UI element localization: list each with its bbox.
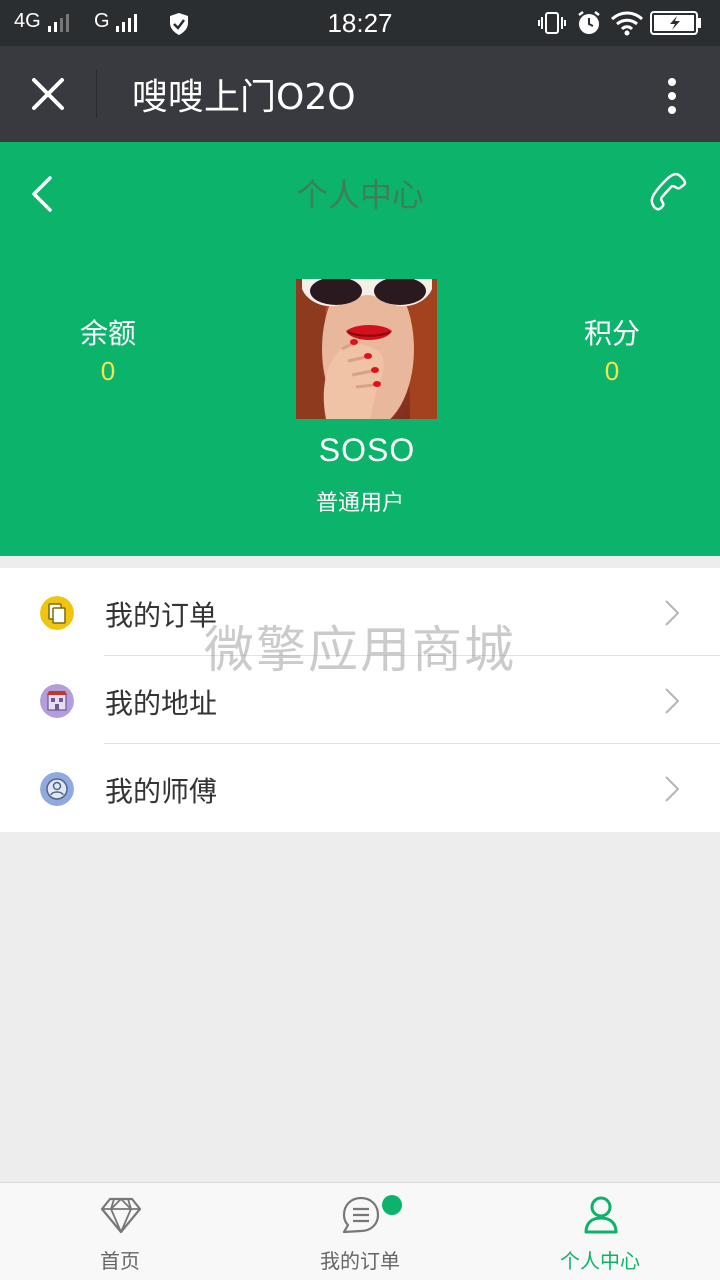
- tab-bar: 首页 我的订单 个人中心: [0, 1182, 720, 1280]
- menu-item-label: 我的订单: [105, 599, 218, 632]
- alarm-icon: [578, 11, 600, 34]
- status-bar: 4G G 18:27: [0, 0, 720, 46]
- more-icon[interactable]: [660, 74, 684, 118]
- avatar[interactable]: [296, 279, 437, 419]
- chevron-right-icon: [665, 688, 680, 714]
- order-chat-icon: [342, 1196, 380, 1234]
- close-icon[interactable]: [26, 72, 70, 116]
- menu-item-label: 我的师傅: [105, 775, 218, 808]
- menu-item-master[interactable]: 我的师傅: [0, 744, 720, 832]
- menu-list: 我的订单 我的地址 我的师傅: [0, 568, 720, 832]
- diamond-icon: [100, 1197, 142, 1234]
- master-icon: [40, 772, 74, 806]
- balance-stat[interactable]: 余额 0: [48, 312, 168, 387]
- balance-value: 0: [100, 356, 116, 386]
- address-icon: [40, 684, 74, 718]
- vibrate-icon: [538, 12, 566, 34]
- balance-label: 余额: [79, 317, 136, 350]
- divider: [96, 70, 97, 118]
- tab-profile[interactable]: 个人中心: [480, 1183, 720, 1280]
- phone-icon[interactable]: [648, 170, 690, 212]
- app-bar: 嗖嗖上门O2O: [0, 46, 720, 142]
- tab-home[interactable]: 首页: [0, 1183, 240, 1280]
- wifi-icon: [611, 11, 643, 36]
- profile-header: 个人中心 余额 0 积分 0 SOSO 普通用户: [0, 142, 720, 556]
- notification-dot: [382, 1195, 402, 1215]
- tab-label: 首页: [100, 1249, 140, 1273]
- points-value: 0: [604, 356, 620, 386]
- username: SOSO: [318, 432, 416, 468]
- user-level: 普通用户: [315, 491, 404, 516]
- menu-item-orders[interactable]: 我的订单: [0, 568, 720, 656]
- points-stat[interactable]: 积分 0: [552, 312, 672, 387]
- page-title: 个人中心: [295, 176, 424, 214]
- orders-icon: [40, 596, 74, 630]
- battery-icon: [650, 11, 701, 35]
- chevron-right-icon: [665, 600, 680, 626]
- menu-item-label: 我的地址: [105, 687, 218, 720]
- tab-label: 个人中心: [560, 1249, 640, 1273]
- user-icon: [584, 1196, 618, 1234]
- tab-orders[interactable]: 我的订单: [240, 1183, 480, 1280]
- app-title: 嗖嗖上门O2O: [132, 77, 356, 118]
- chevron-right-icon: [665, 776, 680, 802]
- avatar-image: [296, 279, 437, 419]
- tab-label: 我的订单: [320, 1249, 400, 1273]
- points-label: 积分: [583, 317, 640, 350]
- menu-item-address[interactable]: 我的地址: [0, 656, 720, 744]
